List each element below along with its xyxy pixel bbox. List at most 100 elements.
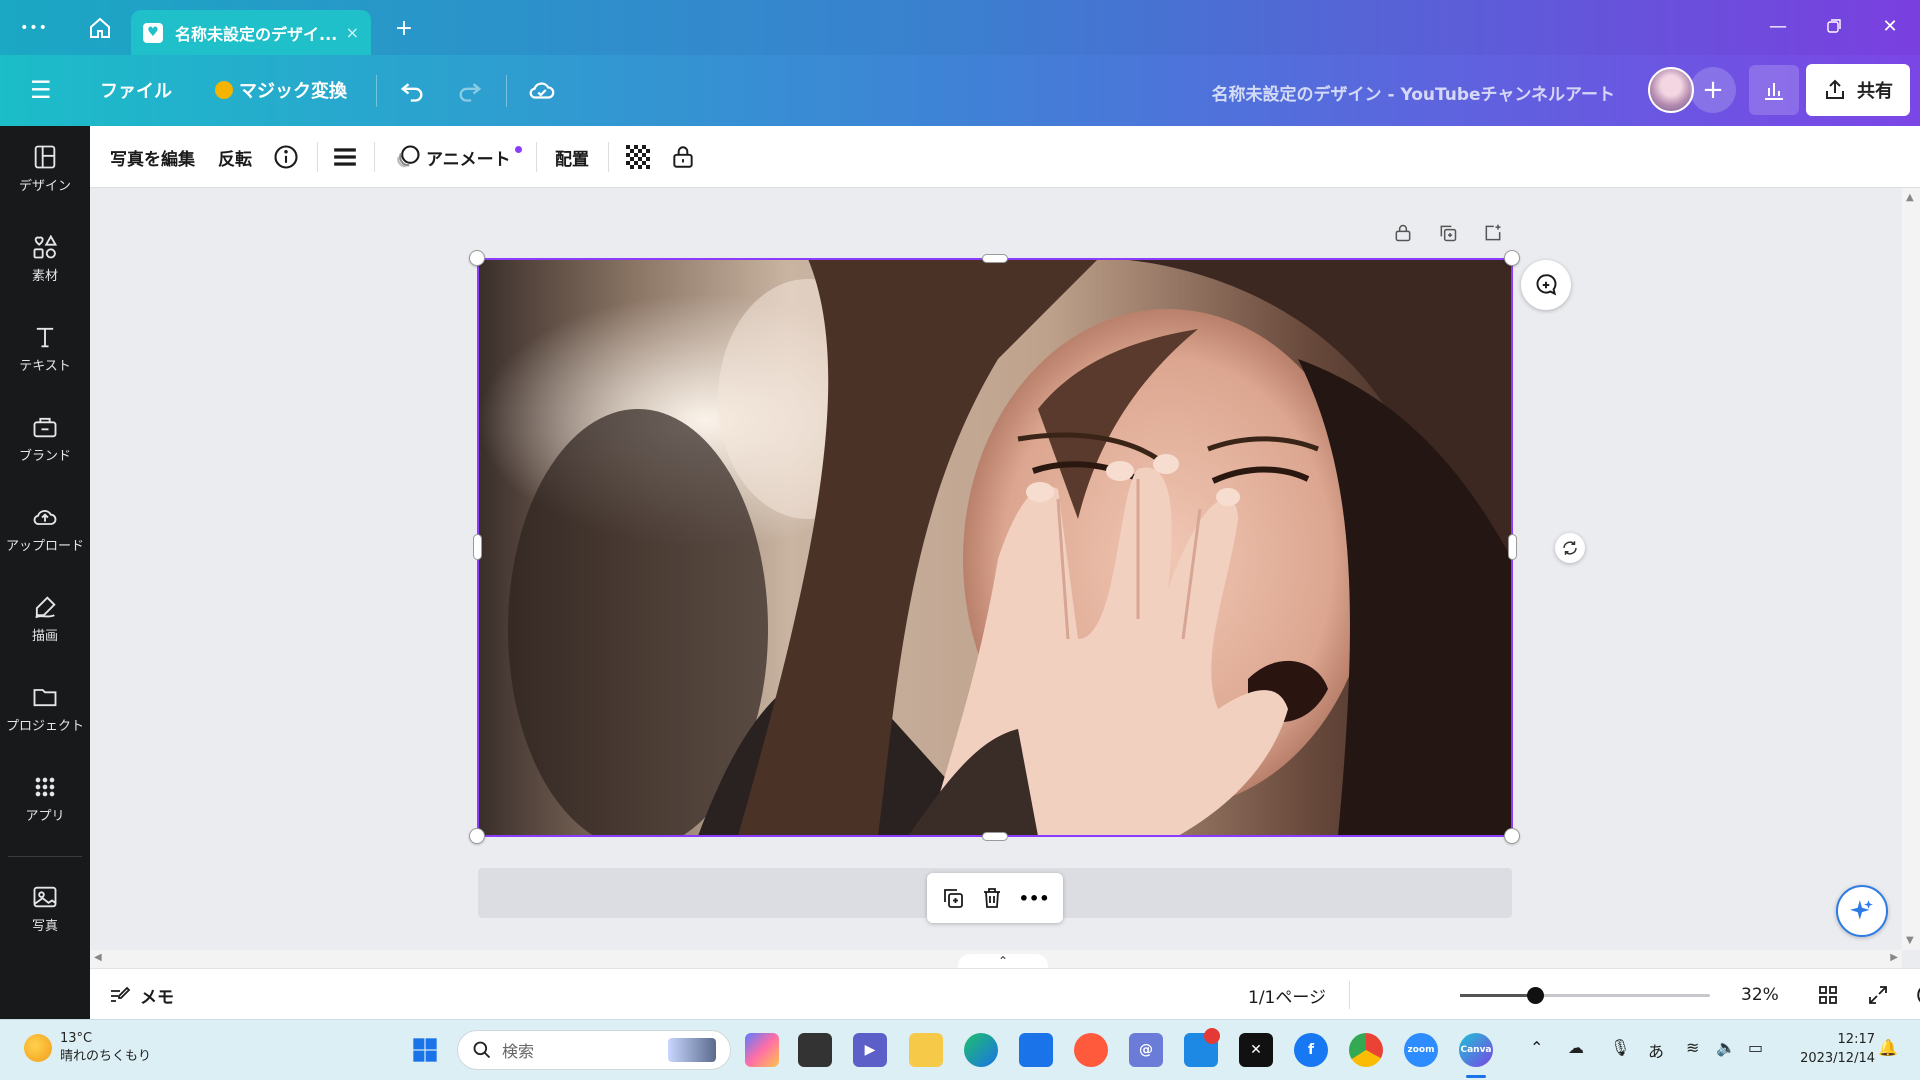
new-tab-button[interactable]: + bbox=[382, 6, 426, 50]
main-menu-button[interactable]: ☰ bbox=[30, 70, 52, 110]
taskbar-search[interactable]: 検索 bbox=[457, 1030, 731, 1070]
edit-photo-button[interactable]: 写真を編集 bbox=[110, 137, 195, 177]
chrome-app-icon[interactable] bbox=[1349, 1033, 1383, 1067]
ms-store-icon[interactable] bbox=[1019, 1033, 1053, 1067]
resize-handle-top-right[interactable] bbox=[1504, 250, 1520, 266]
scroll-left-arrow[interactable]: ◀ bbox=[94, 952, 102, 963]
tab-close-button[interactable]: × bbox=[346, 23, 359, 42]
scroll-up-arrow[interactable]: ▲ bbox=[1906, 192, 1914, 203]
zoom-level[interactable]: 32% bbox=[1741, 981, 1779, 1009]
notes-button[interactable]: メモ bbox=[108, 981, 174, 1009]
restore-icon bbox=[1827, 19, 1841, 33]
undo-button[interactable] bbox=[398, 70, 426, 110]
grid-view-button[interactable] bbox=[1816, 981, 1840, 1009]
delete-button[interactable] bbox=[980, 886, 1004, 910]
file-explorer-icon[interactable] bbox=[909, 1033, 943, 1067]
weather-widget[interactable]: 13°C 晴れのちくもり bbox=[24, 1030, 151, 1066]
magic-assistant-button[interactable] bbox=[1836, 885, 1888, 937]
resize-handle-left[interactable] bbox=[473, 534, 482, 560]
tray-overflow-button[interactable]: ⌃ bbox=[1530, 1038, 1543, 1057]
footer-divider bbox=[1349, 981, 1350, 1009]
sidebar-item-projects[interactable]: プロジェクト bbox=[0, 668, 90, 748]
zoom-slider-knob[interactable] bbox=[1527, 987, 1544, 1004]
resize-handle-bottom-right[interactable] bbox=[1504, 828, 1520, 844]
document-title[interactable]: 名称未設定のデザイン - YouTubeチャンネルアート bbox=[1212, 80, 1615, 105]
notification-bell-icon[interactable]: 🔔 bbox=[1878, 1038, 1898, 1057]
browser-menu-button[interactable]: ••• bbox=[12, 6, 56, 50]
resize-handle-top[interactable] bbox=[982, 254, 1008, 263]
insights-button[interactable] bbox=[1749, 65, 1799, 115]
more-options-button[interactable]: ••• bbox=[1019, 889, 1050, 908]
canva-app-icon[interactable]: Canva bbox=[1459, 1033, 1493, 1067]
share-button[interactable]: 共有 bbox=[1806, 64, 1910, 116]
app-icon-orange[interactable] bbox=[1074, 1033, 1108, 1067]
sidebar-item-design[interactable]: デザイン bbox=[0, 128, 90, 208]
scroll-right-arrow[interactable]: ▶ bbox=[1890, 952, 1898, 963]
magic-switch-button[interactable]: マジック変換 bbox=[215, 70, 347, 110]
redo-button[interactable] bbox=[456, 70, 484, 110]
battery-icon[interactable]: ▭ bbox=[1748, 1038, 1763, 1057]
toolbar-divider bbox=[317, 142, 318, 172]
sidebar-item-draw[interactable]: 描画 bbox=[0, 578, 90, 658]
sidebar-item-photos[interactable]: 写真 bbox=[0, 868, 90, 948]
task-view-icon[interactable] bbox=[798, 1033, 832, 1067]
duplicate-page-button[interactable] bbox=[1433, 218, 1463, 248]
transparency-button[interactable] bbox=[626, 137, 650, 177]
save-status-button[interactable] bbox=[527, 70, 557, 110]
mail-app-icon[interactable]: @ bbox=[1129, 1033, 1163, 1067]
sidebar-item-text[interactable]: テキスト bbox=[0, 308, 90, 388]
copilot-app-icon[interactable] bbox=[745, 1033, 779, 1067]
position-button[interactable]: 配置 bbox=[555, 137, 589, 177]
sidebar-item-uploads[interactable]: アップロード bbox=[0, 488, 90, 568]
lock-element-button[interactable] bbox=[1388, 218, 1418, 248]
add-comment-button[interactable] bbox=[1521, 260, 1571, 310]
border-style-button[interactable] bbox=[332, 137, 358, 177]
ime-indicator[interactable]: あ bbox=[1648, 1038, 1664, 1062]
start-button[interactable] bbox=[408, 1033, 442, 1067]
check-button[interactable] bbox=[1915, 981, 1920, 1009]
sidebar-item-brand[interactable]: ブランド bbox=[0, 398, 90, 478]
invite-button[interactable]: + bbox=[1690, 67, 1736, 113]
flip-button[interactable]: 反転 bbox=[218, 137, 252, 177]
share-icon bbox=[1826, 79, 1844, 99]
minimize-button[interactable]: — bbox=[1750, 8, 1806, 44]
meet-app-icon[interactable]: ▶ bbox=[853, 1033, 887, 1067]
resize-handle-right[interactable] bbox=[1508, 534, 1517, 560]
edge-browser-icon[interactable] bbox=[964, 1033, 998, 1067]
onedrive-icon[interactable]: ☁ bbox=[1568, 1038, 1584, 1057]
fullscreen-button[interactable] bbox=[1866, 981, 1890, 1009]
page-indicator[interactable]: 1/1ページ bbox=[1248, 981, 1326, 1009]
add-page-button[interactable] bbox=[1478, 218, 1508, 248]
info-button[interactable] bbox=[272, 137, 300, 177]
sidebar-item-apps[interactable]: アプリ bbox=[0, 758, 90, 838]
header-divider bbox=[506, 75, 507, 107]
duplicate-button[interactable] bbox=[941, 886, 965, 910]
rotate-button[interactable] bbox=[1555, 533, 1585, 563]
page-mini-toolbar: ••• bbox=[927, 873, 1063, 923]
restore-button[interactable] bbox=[1806, 8, 1862, 44]
facebook-app-icon[interactable]: f bbox=[1294, 1033, 1328, 1067]
sidebar-item-elements[interactable]: 素材 bbox=[0, 218, 90, 298]
microphone-icon[interactable]: 🎙 bbox=[1610, 1038, 1630, 1057]
capcut-app-icon[interactable]: ✕ bbox=[1239, 1033, 1273, 1067]
scroll-down-arrow[interactable]: ▼ bbox=[1906, 935, 1914, 946]
resize-handle-bottom[interactable] bbox=[982, 832, 1008, 841]
home-button[interactable] bbox=[78, 6, 122, 50]
zoom-app-icon[interactable]: zoom bbox=[1404, 1033, 1438, 1067]
resize-handle-bottom-left[interactable] bbox=[469, 828, 485, 844]
animate-button[interactable]: アニメート bbox=[394, 137, 522, 177]
text-icon bbox=[36, 327, 54, 347]
volume-icon[interactable]: 🔈 bbox=[1716, 1038, 1736, 1057]
close-window-button[interactable]: ✕ bbox=[1862, 8, 1918, 44]
lock-icon bbox=[673, 146, 693, 168]
resize-handle-top-left[interactable] bbox=[469, 250, 485, 266]
clock[interactable]: 12:17 2023/12/14 bbox=[1785, 1030, 1875, 1068]
user-avatar[interactable] bbox=[1648, 67, 1694, 113]
vertical-scrollbar[interactable]: ▲ ▼ bbox=[1902, 188, 1920, 950]
browser-tab-active[interactable]: ♥ 名称未設定のデザイ... × bbox=[131, 10, 371, 55]
lock-button[interactable] bbox=[670, 137, 696, 177]
wifi-icon[interactable]: ≋ bbox=[1686, 1038, 1699, 1057]
file-menu-button[interactable]: ファイル bbox=[100, 70, 172, 110]
zoom-slider[interactable] bbox=[1460, 987, 1710, 1004]
weather-desc: 晴れのちくもり bbox=[60, 1049, 152, 1064]
